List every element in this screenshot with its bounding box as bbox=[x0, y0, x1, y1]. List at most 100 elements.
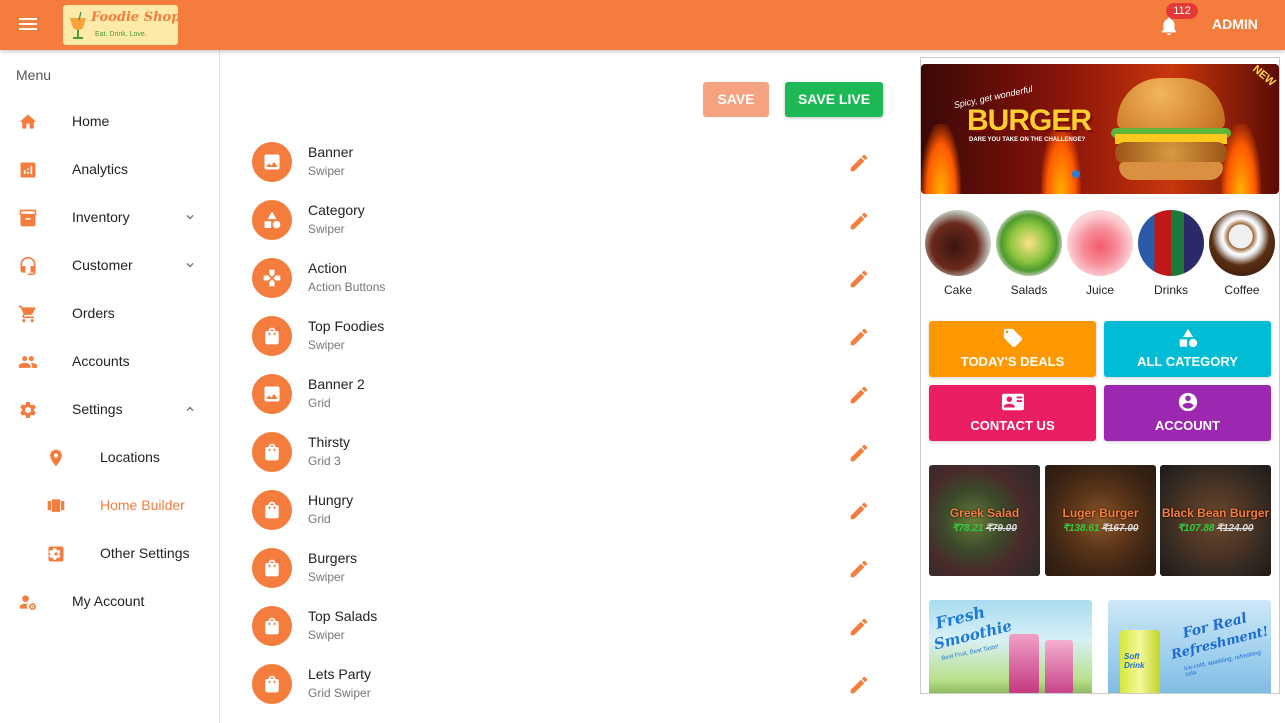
category-juice[interactable]: Juice bbox=[1067, 210, 1133, 297]
food-card-luger-burger[interactable]: Luger Burger ₹138.61 ₹167.00 bbox=[1045, 465, 1156, 576]
new-ribbon: NEW bbox=[1250, 64, 1278, 89]
food-price: ₹138.61 ₹167.00 bbox=[1045, 523, 1156, 534]
section-row[interactable]: Banner 2 Grid bbox=[244, 366, 884, 424]
chevron-down-icon[interactable] bbox=[183, 258, 197, 272]
section-type: Grid 3 bbox=[308, 454, 341, 468]
sidebar-item-orders[interactable]: Orders bbox=[0, 290, 219, 338]
sidebar-item-locations[interactable]: Locations bbox=[0, 434, 219, 482]
home-icon bbox=[19, 114, 37, 129]
edit-pencil-icon[interactable] bbox=[848, 210, 870, 232]
edit-pencil-icon[interactable] bbox=[848, 674, 870, 696]
all-category-button[interactable]: ALL CATEGORY bbox=[1104, 321, 1271, 377]
hamburger-menu-icon[interactable] bbox=[16, 15, 40, 35]
section-type: Swiper bbox=[308, 570, 345, 584]
shopping-bag-icon bbox=[265, 501, 279, 519]
location-pin-icon bbox=[50, 449, 62, 467]
section-type: Swiper bbox=[308, 164, 345, 178]
drinks-image bbox=[1138, 210, 1204, 276]
drink-cup-icon bbox=[70, 11, 86, 39]
category-salads[interactable]: Salads bbox=[996, 210, 1062, 297]
category-coffee[interactable]: Coffee bbox=[1209, 210, 1275, 297]
section-row[interactable]: Banner Swiper bbox=[244, 134, 884, 192]
section-type: Grid Swiper bbox=[308, 686, 371, 700]
section-avatar bbox=[252, 258, 292, 298]
edit-pencil-icon[interactable] bbox=[848, 268, 870, 290]
todays-deals-button[interactable]: TODAY'S DEALS bbox=[929, 321, 1096, 377]
smoothie-glass bbox=[1045, 640, 1073, 693]
sidebar-item-label: Locations bbox=[100, 449, 160, 465]
sidebar-item-accounts[interactable]: Accounts bbox=[0, 338, 219, 386]
tile-label: ACCOUNT bbox=[1155, 418, 1220, 433]
logo-name: Foodie Shopie bbox=[91, 10, 178, 25]
chevron-up-icon[interactable] bbox=[183, 402, 197, 416]
sidebar-item-customer[interactable]: Customer bbox=[0, 242, 219, 290]
food-card-greek-salad[interactable]: Greek Salad ₹78.21 ₹79.00 bbox=[929, 465, 1040, 576]
sidebar-item-other-settings[interactable]: Other Settings bbox=[0, 530, 219, 578]
section-row[interactable]: Thirsty Grid 3 bbox=[244, 424, 884, 482]
section-row[interactable]: Top Foodies Swiper bbox=[244, 308, 884, 366]
sidebar-item-home[interactable]: Home bbox=[0, 98, 219, 146]
sidebar-item-analytics[interactable]: Analytics bbox=[0, 146, 219, 194]
section-type: Swiper bbox=[308, 222, 345, 236]
section-avatar bbox=[252, 200, 292, 240]
chevron-down-icon[interactable] bbox=[183, 210, 197, 224]
sidebar-item-label: Customer bbox=[72, 257, 133, 273]
section-avatar bbox=[252, 606, 292, 646]
inventory-icon bbox=[19, 209, 37, 227]
user-menu-button[interactable]: ADMIN bbox=[1212, 16, 1258, 32]
section-row[interactable]: Action Action Buttons bbox=[244, 250, 884, 308]
food-original-price: ₹124.00 bbox=[1216, 523, 1254, 534]
save-live-button[interactable]: SAVE LIVE bbox=[785, 82, 883, 117]
burger-bun-top bbox=[1117, 78, 1225, 130]
people-icon bbox=[18, 356, 38, 368]
promo-fresh-smoothie[interactable]: Fresh Smoothie Best Fruit, Best Taste! bbox=[929, 600, 1092, 693]
sidebar-item-home-builder[interactable]: Home Builder bbox=[0, 482, 219, 530]
carousel-dot[interactable] bbox=[1072, 170, 1080, 178]
home-builder-panel: SAVE SAVE LIVE Banner Swiper Category Sw… bbox=[220, 50, 920, 723]
banner-swiper[interactable]: Spicy, get wonderful BURGER DARE YOU TAK… bbox=[921, 64, 1279, 194]
edit-pencil-icon[interactable] bbox=[848, 616, 870, 638]
smoothie-glass bbox=[1009, 634, 1039, 693]
edit-pencil-icon[interactable] bbox=[848, 558, 870, 580]
section-row[interactable]: Top Salads Swiper bbox=[244, 598, 884, 656]
sidebar-item-inventory[interactable]: Inventory bbox=[0, 194, 219, 242]
section-type: Grid bbox=[308, 512, 331, 526]
shopping-bag-icon bbox=[265, 327, 279, 345]
section-row[interactable]: Lets Party Grid Swiper bbox=[244, 656, 884, 714]
analytics-icon bbox=[20, 162, 36, 178]
save-button[interactable]: SAVE bbox=[703, 82, 769, 117]
edit-pencil-icon[interactable] bbox=[848, 442, 870, 464]
section-row[interactable]: Category Swiper bbox=[244, 192, 884, 250]
contact-us-button[interactable]: CONTACT US bbox=[929, 385, 1096, 441]
cake-image bbox=[925, 210, 991, 276]
section-title: Lets Party bbox=[308, 666, 372, 682]
menu-heading: Menu bbox=[16, 67, 52, 83]
section-row[interactable]: Burgers Swiper bbox=[244, 540, 884, 598]
account-button[interactable]: ACCOUNT bbox=[1104, 385, 1271, 441]
sidebar-item-settings[interactable]: Settings bbox=[0, 386, 219, 434]
category-drinks[interactable]: Drinks bbox=[1138, 210, 1204, 297]
shopping-bag-icon bbox=[265, 675, 279, 693]
section-type: Swiper bbox=[308, 628, 345, 642]
section-row[interactable]: Hungry Grid bbox=[244, 482, 884, 540]
edit-pencil-icon[interactable] bbox=[848, 326, 870, 348]
promo-soft-drink[interactable]: For Real Refreshment! Ice-cold, sparklin… bbox=[1108, 600, 1271, 693]
gear-icon bbox=[20, 402, 36, 418]
food-card-black-bean-burger[interactable]: Black Bean Burger ₹107.88 ₹124.00 bbox=[1160, 465, 1271, 576]
banner-headline: BURGER bbox=[967, 104, 1092, 137]
sidebar-item-my-account[interactable]: My Account bbox=[0, 578, 219, 626]
category-cake[interactable]: Cake bbox=[925, 210, 991, 297]
section-title: Category bbox=[308, 202, 365, 218]
section-type: Grid bbox=[308, 396, 331, 410]
settings-box-icon bbox=[48, 546, 64, 562]
sidebar-item-label: Analytics bbox=[72, 161, 129, 177]
category-label: Salads bbox=[1010, 283, 1048, 297]
food-name: Luger Burger bbox=[1062, 506, 1139, 520]
edit-pencil-icon[interactable] bbox=[848, 500, 870, 522]
edit-pencil-icon[interactable] bbox=[848, 384, 870, 406]
brand-logo[interactable]: Foodie Shopie Eat. Drink. Love. bbox=[63, 5, 178, 45]
shopping-bag-icon bbox=[265, 443, 279, 461]
edit-pencil-icon[interactable] bbox=[848, 152, 870, 174]
shopping-bag-icon bbox=[265, 559, 279, 577]
cart-icon bbox=[18, 305, 36, 323]
